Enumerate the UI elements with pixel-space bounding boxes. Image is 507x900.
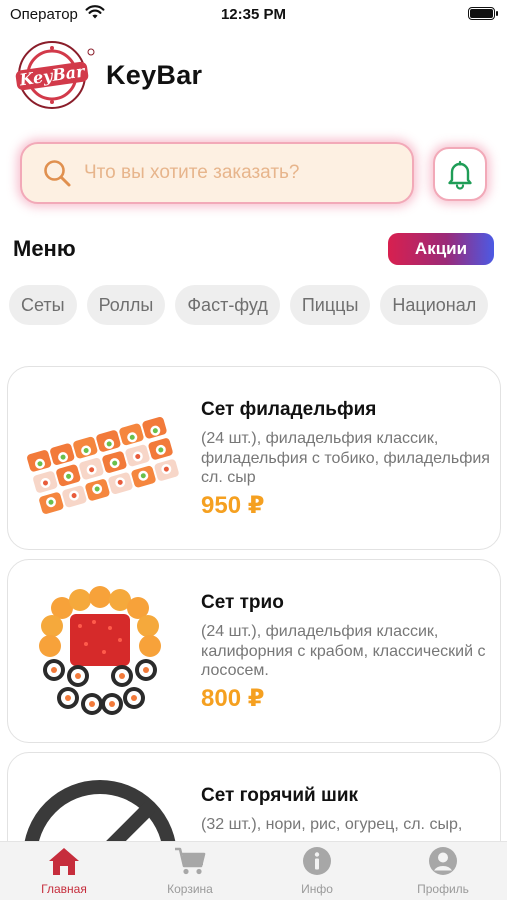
product-description: (24 шт.), филадельфия классик, филадельф… (201, 430, 490, 486)
info-icon (303, 847, 331, 875)
category-chip-rolls[interactable]: Роллы (86, 285, 166, 325)
category-chip-pizza[interactable]: Пиццы (289, 285, 371, 325)
category-list: Сеты Роллы Фаст-фуд Пиццы Национал (9, 285, 507, 327)
product-price: 800 ₽ (201, 685, 265, 712)
app-title: KeyBar (106, 59, 203, 90)
promo-button[interactable]: Акции (388, 233, 494, 265)
search-placeholder: Что вы хотите заказать? (84, 162, 300, 183)
tab-home-label: Главная (41, 882, 87, 896)
bell-icon (448, 160, 472, 190)
product-name: Сет трио (201, 592, 284, 613)
tab-cart[interactable]: Корзина (140, 846, 240, 896)
notifications-button[interactable] (433, 147, 487, 201)
tab-cart-label: Корзина (167, 882, 213, 896)
sushi-set-image (27, 417, 179, 514)
tab-info-label: Инфо (301, 882, 333, 896)
product-price: 950 ₽ (201, 492, 265, 519)
category-chip-sets[interactable]: Сеты (9, 285, 77, 325)
search-input[interactable]: Что вы хотите заказать? (20, 142, 414, 204)
tab-profile[interactable]: Профиль (393, 846, 493, 896)
tab-info[interactable]: Инфо (267, 846, 367, 896)
tab-home[interactable]: Главная (14, 846, 114, 896)
product-description: (32 шт.), нори, рис, огурец, сл. сыр, (201, 816, 463, 833)
category-chip-national[interactable]: Национал (380, 285, 489, 325)
product-name: Сет филадельфия (201, 399, 377, 420)
home-icon (49, 848, 79, 875)
status-time: 12:35 PM (220, 6, 287, 23)
search-icon (44, 160, 71, 187)
battery-icon (468, 7, 498, 20)
tab-profile-label: Профиль (417, 882, 469, 896)
product-name: Сет горячий шик (201, 785, 359, 806)
sushi-set-image (39, 586, 161, 715)
profile-icon (429, 847, 457, 875)
product-description: (24 шт.), филадельфия классик, калифорни… (201, 623, 486, 679)
product-card-philadelphia[interactable]: Сет филадельфия (24 шт.), филадельфия кл… (7, 366, 501, 550)
category-chip-fast-food[interactable]: Фаст-фуд (175, 285, 280, 325)
cart-icon (175, 847, 206, 875)
status-bar: Оператор 12:35 PM (0, 0, 507, 30)
app-header: KeyBar KeyBar (12, 40, 202, 110)
menu-title: Меню (13, 236, 76, 261)
tab-bar: Главная Корзина Инфо Профиль (0, 841, 507, 900)
product-card-trio[interactable]: Сет трио (24 шт.), филадельфия классик, … (7, 559, 501, 743)
keybar-logo: KeyBar (15, 41, 95, 109)
